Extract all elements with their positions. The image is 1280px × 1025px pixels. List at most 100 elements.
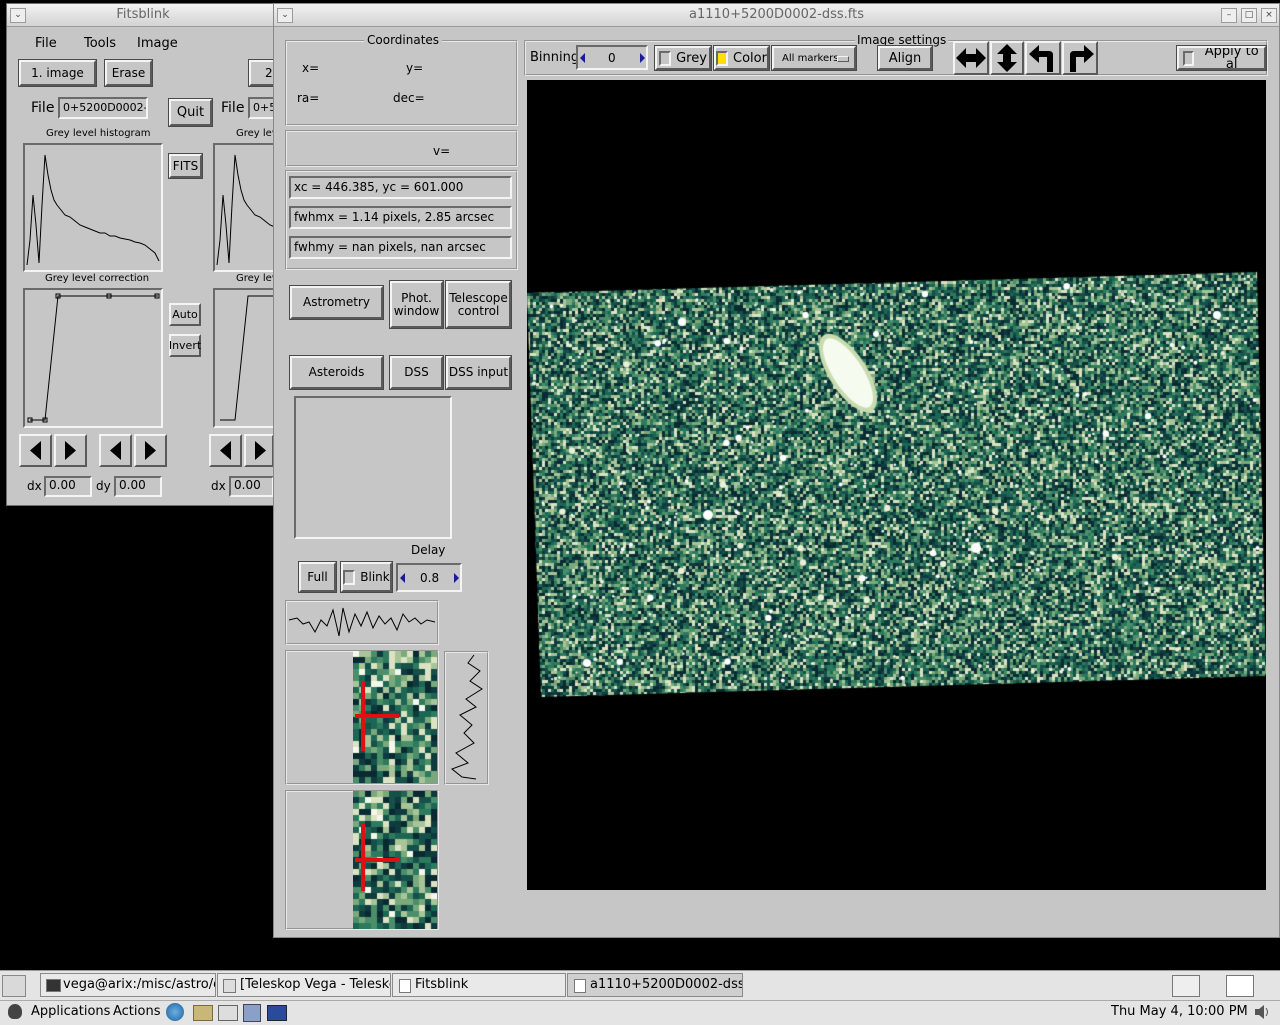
crosshair-horizontal [355,858,399,862]
task-terminal[interactable]: vega@arix:/misc/astro/da [40,973,216,997]
fitsblink-titlebar[interactable]: Fitsblink [7,4,279,27]
fitsblink-title: Fitsblink [116,7,170,22]
task-fitsblink-label: Fitsblink [415,977,469,992]
task-image-window[interactable]: a1110+5200D0002-dss.fts [567,973,743,997]
triangle-left-icon[interactable] [579,53,587,63]
quit-button[interactable]: Quit [168,98,213,127]
telescope-control-button[interactable]: Telescope control [445,280,512,329]
image1-button-label: 1. image [31,65,84,80]
invert-button-label: Invert [168,339,202,352]
blink-checkbox[interactable] [343,569,356,585]
profile-graph [285,600,439,645]
menu-image[interactable]: Image [137,36,178,51]
dx-entry-2[interactable]: 0.00 [229,476,274,497]
image1-button[interactable]: 1. image [18,59,97,87]
invert-button[interactable]: Invert [169,334,201,357]
binning-spinner[interactable]: 0 [576,45,648,70]
quit-button-label: Quit [176,105,205,120]
coordinates-group-label: Coordinates [364,33,443,47]
vertical-arrows-icon [997,44,1017,72]
task-fitsblink[interactable]: Fitsblink [392,973,566,997]
fits-button[interactable]: FITS [168,153,203,179]
next-right-button[interactable] [54,434,87,467]
prev-left-button[interactable] [19,434,52,467]
image-window-titlebar[interactable]: a1110+5200D0002-dss.fts [274,4,1279,27]
image-window-title: a1110+5200D0002-dss.fts [689,7,864,22]
rotate-right-button[interactable] [1062,41,1098,75]
erase-button[interactable]: Erase [104,59,153,87]
dx-entry[interactable]: 0.00 [44,476,92,497]
crosshair-horizontal [355,714,399,718]
triangle-right-icon[interactable] [639,53,647,63]
maximize-icon[interactable]: □ [1241,8,1257,23]
histogram-curve-2 [216,154,279,266]
triangle-left-icon[interactable] [399,573,407,583]
apply-to-all-button[interactable]: Apply to al [1176,45,1267,71]
minimize-icon[interactable]: – [1221,8,1237,23]
dss-button[interactable]: DSS [389,355,444,390]
window-menu-icon[interactable]: ⌄ [10,8,26,23]
apply-button-label: Apply to al [1204,46,1259,70]
menu-file[interactable]: File [35,36,57,51]
binning-value: 0 [608,51,616,65]
sky-image-canvas[interactable] [527,80,1266,890]
actions-menu[interactable]: Actions [113,1004,161,1019]
volume-icon[interactable] [1254,1004,1270,1020]
astrometry-button[interactable]: Astrometry [289,285,384,320]
blink-button[interactable]: Blink [340,561,393,593]
histogram-plot-2 [213,143,280,272]
triangle-left-icon [110,441,121,460]
task-image-window-label: a1110+5200D0002-dss.fts [590,977,742,992]
next-right-button-b[interactable] [134,434,167,467]
correction-label-2: Grey lev [236,273,278,284]
window-menu-icon[interactable]: ⌄ [277,8,293,23]
close-icon[interactable]: × [1261,8,1277,23]
dy-entry[interactable]: 0.00 [114,476,162,497]
asteroids-button[interactable]: Asteroids [289,355,384,390]
clock[interactable]: Thu May 4, 10:00 PM [1111,1004,1248,1019]
browser-launcher-icon[interactable] [166,1003,184,1021]
telescope-app-icon [223,979,236,993]
prev-left-button-b[interactable] [99,434,132,467]
correction-curve-2 [220,295,278,421]
grey-radio[interactable] [659,50,672,66]
color-radio[interactable] [716,50,729,66]
grey-button[interactable]: Grey [654,45,712,71]
delay-spinner[interactable]: 0.8 [396,563,462,592]
gnome-foot-icon[interactable] [8,1004,22,1019]
file-entry[interactable]: 0+5200D0002-ds [58,97,148,119]
full-button[interactable]: Full [298,561,337,593]
workspace-switcher-2[interactable] [1226,975,1254,997]
align-button[interactable]: Align [877,45,933,71]
dx-label: dx [27,479,42,493]
markers-menu[interactable]: All markers [771,45,857,71]
dss-input-button[interactable]: DSS input [445,355,512,390]
screen-launcher-icon[interactable] [267,1005,287,1021]
correction-curve [27,293,160,423]
prev-left-button-2[interactable] [209,434,242,467]
show-desktop-icon[interactable] [2,975,26,997]
rotate-left-button[interactable] [1025,41,1061,75]
flip-vertical-button[interactable] [990,41,1024,75]
email-launcher-icon[interactable] [193,1005,213,1021]
color-button[interactable]: Color [713,45,770,71]
triangle-right-icon[interactable] [453,573,461,583]
apply-checkbox[interactable] [1183,50,1195,66]
menu-tools[interactable]: Tools [84,36,116,51]
next-right-button-2[interactable] [244,434,274,467]
window-icon [399,979,411,993]
image-display[interactable] [527,80,1266,890]
task-telescope-label: [Teleskop Vega - Telesko [240,977,391,992]
applications-menu[interactable]: Applications [31,1004,110,1019]
flip-horizontal-button[interactable] [953,41,989,75]
editor-launcher-icon[interactable] [218,1005,238,1021]
correction-plot-2 [213,288,280,428]
fwhmx-readout: fwhmx = 1.14 pixels, 2.85 arcsec [289,206,512,229]
presentation-launcher-icon[interactable] [243,1004,261,1022]
phot-window-button-label: Phot. window [393,290,440,318]
workspace-switcher-1[interactable] [1172,975,1200,997]
auto-button[interactable]: Auto [169,303,201,326]
window-icon [574,979,586,993]
task-telescope[interactable]: [Teleskop Vega - Telesko [217,973,391,997]
phot-window-button[interactable]: Phot. window [389,280,444,329]
